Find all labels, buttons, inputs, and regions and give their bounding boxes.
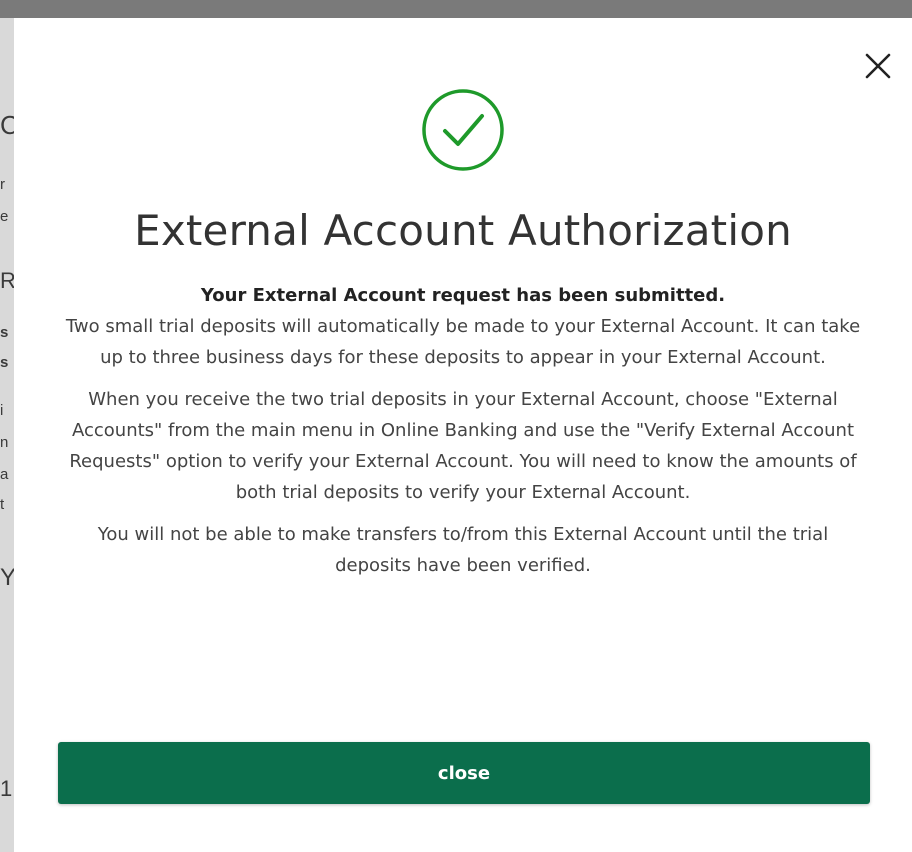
background-text-fragment: s: [0, 354, 9, 371]
trial-deposit-notice: Two small trial deposits will automatica…: [65, 316, 861, 368]
background-text-fragment: a: [0, 466, 9, 483]
verification-instructions: When you receive the two trial deposits …: [69, 389, 857, 503]
background-text-fragment: i: [0, 402, 4, 419]
background-text-fragment: s: [0, 324, 9, 341]
close-icon[interactable]: [862, 50, 894, 82]
background-text-fragment: e: [0, 208, 9, 225]
background-text-fragment: r: [0, 176, 5, 193]
submission-confirmation: Your External Account request has been s…: [200, 285, 726, 306]
background-text-fragment: t: [0, 496, 5, 513]
close-button[interactable]: close: [58, 742, 870, 804]
body-paragraph-1: Your External Account request has been s…: [58, 280, 868, 373]
background-text-fragment: Y: [0, 564, 14, 591]
check-circle-icon: [421, 88, 505, 172]
background-text-fragment: C: [0, 110, 14, 140]
background-text-fragment: n: [0, 434, 9, 451]
background-page: C r e R s s i n a t Y 1: [0, 18, 14, 852]
background-text-fragment: 1: [0, 776, 13, 801]
authorization-modal: External Account Authorization Your Exte…: [14, 18, 912, 852]
modal-body: Your External Account request has been s…: [58, 280, 868, 592]
background-text-fragment: R: [0, 268, 14, 293]
transfer-restriction-notice: You will not be able to make transfers t…: [97, 524, 829, 576]
modal-title: External Account Authorization: [134, 206, 792, 255]
